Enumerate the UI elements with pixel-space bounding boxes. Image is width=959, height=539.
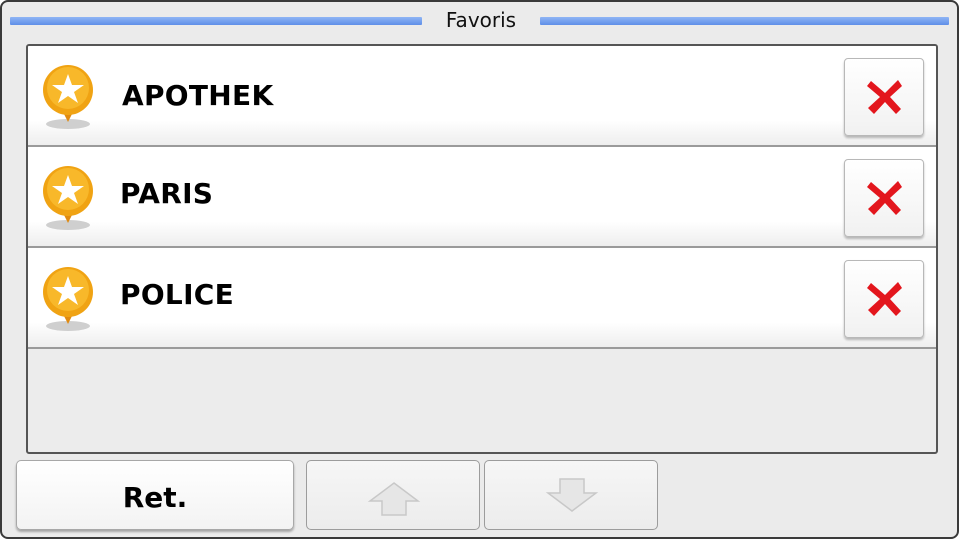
back-button-label: Ret. <box>122 481 188 514</box>
page-title: Favoris <box>445 8 517 32</box>
title-bar: Favoris <box>10 6 949 36</box>
back-button[interactable]: Ret. <box>16 460 294 530</box>
title-accent-line-right <box>540 17 949 25</box>
favorite-row-paris[interactable]: PARIS <box>28 147 936 248</box>
delete-x-icon <box>867 181 902 215</box>
delete-favorite-button[interactable] <box>844 58 924 136</box>
delete-x-icon <box>867 282 902 316</box>
favorite-row-police[interactable]: POLICE <box>28 248 936 349</box>
arrow-up-icon <box>367 482 421 516</box>
scroll-up-button[interactable] <box>306 460 480 530</box>
title-accent-line-left <box>10 17 422 25</box>
delete-favorite-button[interactable] <box>844 260 924 338</box>
favorites-list: APOTHEK PARIS POLICE <box>26 44 938 454</box>
favorites-screen: Favoris APOTHEK PARIS POLICE Ret. <box>0 0 959 539</box>
delete-favorite-button[interactable] <box>844 159 924 237</box>
favorite-label: PARIS <box>120 177 214 210</box>
scroll-down-button[interactable] <box>484 460 658 530</box>
favorite-label: POLICE <box>120 278 235 311</box>
favorite-row-apothek[interactable]: APOTHEK <box>28 46 936 147</box>
delete-x-icon <box>867 80 902 114</box>
favorite-label: APOTHEK <box>122 79 274 112</box>
star-pin-icon <box>40 165 96 231</box>
arrow-down-icon <box>545 478 599 512</box>
star-pin-icon <box>40 266 96 332</box>
star-pin-icon <box>40 64 96 130</box>
